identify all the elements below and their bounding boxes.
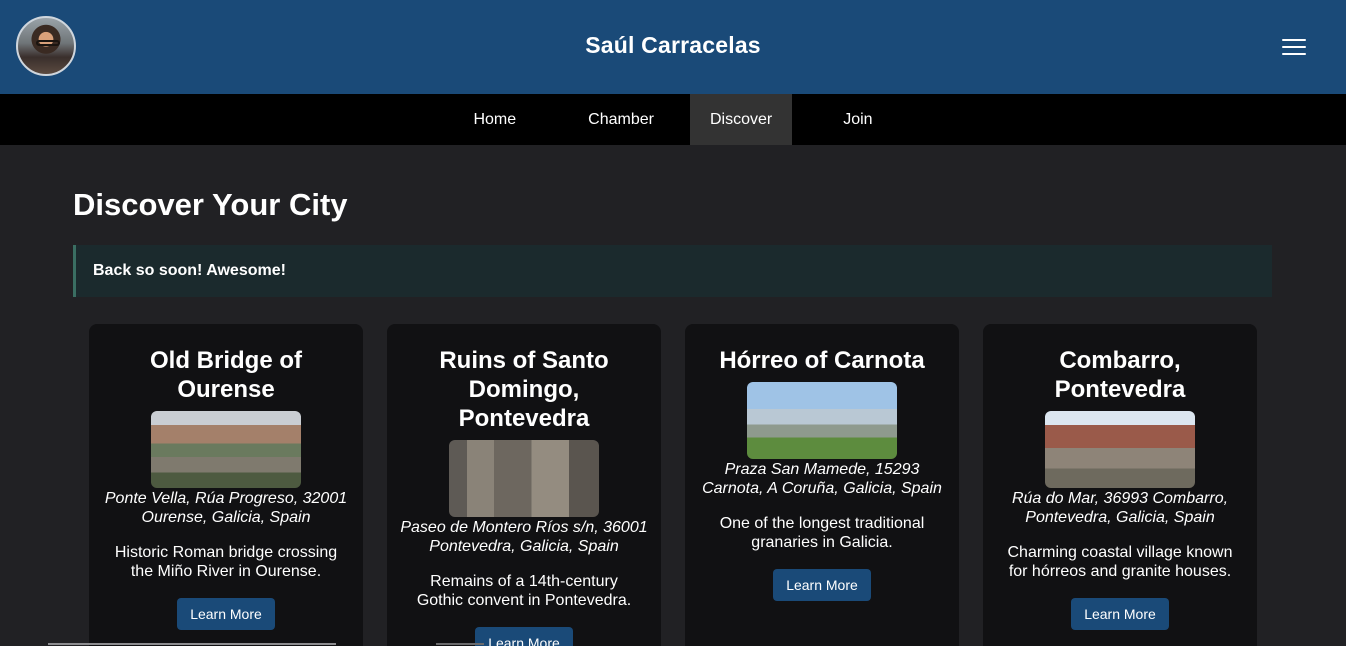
- hamburger-menu-icon[interactable]: [1282, 30, 1306, 64]
- card-image: [1045, 411, 1195, 488]
- horizontal-scrollbar[interactable]: [48, 643, 336, 645]
- place-card: Hórreo of Carnota Praza San Mamede, 1529…: [685, 324, 959, 646]
- card-description: One of the longest traditional granaries…: [719, 515, 925, 551]
- learn-more-button[interactable]: Learn More: [475, 627, 573, 646]
- card-title: Ruins of Santo Domingo, Pontevedra: [439, 347, 609, 432]
- card-title: Old Bridge of Ourense: [150, 347, 302, 403]
- card-title: Hórreo of Carnota: [719, 347, 925, 374]
- card-description: Remains of a 14th-century Gothic convent…: [416, 573, 632, 609]
- nav-chamber[interactable]: Chamber: [552, 94, 690, 145]
- visit-notice: Back so soon! Awesome!: [73, 245, 1272, 297]
- nav-home[interactable]: Home: [437, 94, 552, 145]
- site-title: Saúl Carracelas: [585, 32, 761, 58]
- card-address: Ponte Vella, Rúa Progreso, 32001 Ourense…: [104, 490, 348, 526]
- place-cards: Old Bridge of Ourense Ponte Vella, Rúa P…: [89, 324, 1257, 646]
- place-card: Ruins of Santo Domingo, Pontevedra Paseo…: [387, 324, 661, 646]
- learn-more-button[interactable]: Learn More: [1071, 598, 1169, 630]
- card-description: Historic Roman bridge crossing the Miño …: [114, 544, 338, 580]
- card-image: [449, 440, 599, 517]
- card-address: Paseo de Montero Ríos s/n, 36001 Ponteve…: [400, 519, 648, 555]
- learn-more-button[interactable]: Learn More: [773, 569, 871, 601]
- card-address: Rúa do Mar, 36993 Combarro, Pontevedra, …: [1011, 490, 1229, 526]
- nav-discover[interactable]: Discover: [689, 94, 793, 145]
- main-content: Discover Your City Back so soon! Awesome…: [0, 187, 1346, 297]
- page-title: Discover Your City: [73, 187, 348, 222]
- place-card: Old Bridge of Ourense Ponte Vella, Rúa P…: [89, 324, 363, 646]
- card-address: Praza San Mamede, 15293 Carnota, A Coruñ…: [702, 461, 942, 497]
- horizontal-scrollbar-thumb[interactable]: [436, 643, 484, 645]
- place-card: Combarro, Pontevedra Rúa do Mar, 36993 C…: [983, 324, 1257, 646]
- card-description: Charming coastal village known for hórre…: [1007, 544, 1233, 580]
- site-header: Saúl Carracelas: [0, 0, 1346, 94]
- card-title: Combarro, Pontevedra: [1054, 347, 1186, 403]
- card-image: [151, 411, 301, 488]
- main-nav: Home Chamber Discover Join: [0, 94, 1346, 145]
- nav-join[interactable]: Join: [792, 94, 908, 145]
- learn-more-button[interactable]: Learn More: [177, 598, 275, 630]
- card-image: [747, 382, 897, 459]
